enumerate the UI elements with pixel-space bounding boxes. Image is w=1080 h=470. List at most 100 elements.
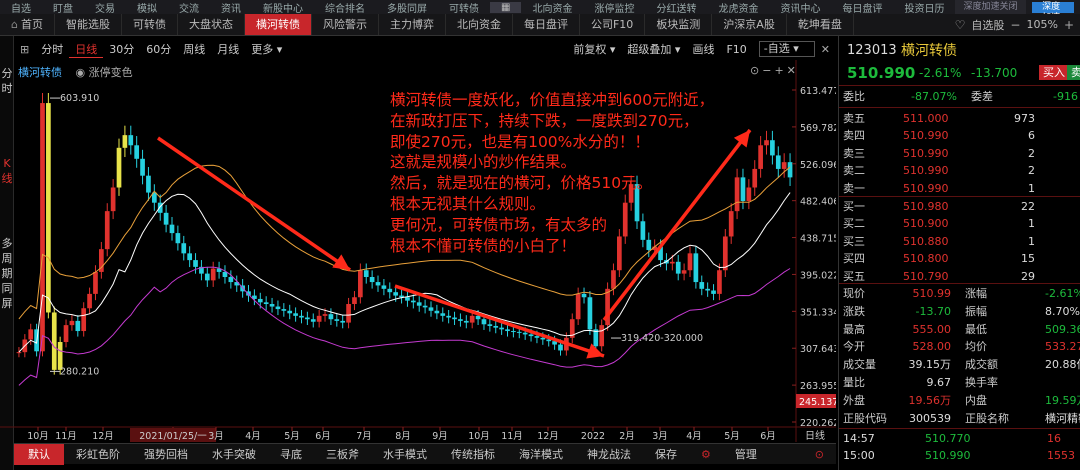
period-intraday[interactable]: 分时 (35, 41, 69, 57)
favorites-button[interactable]: 自选股 (971, 17, 1004, 33)
x-tick-label: 6月 (760, 431, 776, 442)
candle-body (599, 325, 605, 347)
book-volume: 22 (1021, 200, 1035, 213)
top-menu-item[interactable]: 资讯 (210, 0, 252, 15)
candle-body (63, 325, 69, 343)
stat-value: 300539 (909, 411, 951, 425)
tab-12[interactable]: 乾坤看盘 (787, 14, 854, 35)
stat-value: 19.59万 (1045, 393, 1080, 407)
top-menu-item[interactable]: 新股中心 (252, 0, 314, 15)
candle-body (28, 329, 34, 340)
candle-body (452, 317, 457, 320)
divider (839, 428, 1080, 429)
tab-9[interactable]: 公司F10 (580, 14, 646, 35)
period-60min[interactable]: 60分 (140, 41, 177, 57)
tab-0[interactable]: ⌂ 首页 (0, 14, 55, 35)
top-menu-item[interactable]: 分红送转 (645, 0, 707, 15)
trend-arrow-down-1 (157, 136, 351, 272)
indicator-tab-5[interactable]: 三板斧 (314, 446, 371, 462)
sell-button[interactable]: 卖出 (1067, 65, 1080, 80)
candle-body (369, 276, 375, 283)
grid-icon[interactable]: ⊞ (14, 43, 35, 56)
tab-6[interactable]: 主力博弈 (379, 14, 446, 35)
indicator-tab-0[interactable]: 默认 (14, 443, 64, 465)
top-menu-item[interactable]: 自选 (0, 0, 42, 15)
candle-body (387, 288, 393, 293)
indicator-tab-11[interactable]: 管理 (723, 446, 769, 462)
close-icon[interactable]: ✕ (815, 43, 836, 56)
top-menu-item[interactable]: 每日盘评 (831, 0, 893, 15)
candle-body (363, 270, 369, 277)
x-tick-label: 4月 (686, 431, 702, 442)
tab-11[interactable]: 沪深京A股 (712, 14, 787, 35)
top-menu-item[interactable]: 涨停监控 (583, 0, 645, 15)
heart-icon[interactable]: ♡ (955, 18, 966, 32)
indicator-tab-1[interactable]: 彩虹色阶 (64, 446, 132, 462)
gear-icon[interactable]: ⚙ (689, 448, 723, 461)
top-menu-item[interactable]: 交易 (84, 0, 126, 15)
candle-body (375, 282, 381, 286)
record-icon[interactable]: ⊙ (803, 448, 836, 461)
tab-1[interactable]: 智能选股 (55, 14, 122, 35)
draw-line-button[interactable]: 画线 (686, 41, 720, 57)
indicator-tab-9[interactable]: 神龙战法 (575, 446, 643, 462)
indicator-tab-3[interactable]: 水手突破 (200, 446, 268, 462)
indicator-tab-2[interactable]: 强势回档 (132, 446, 200, 462)
tab-8[interactable]: 每日盘评 (513, 14, 580, 35)
top-menu-item[interactable]: 多股同屏 (376, 0, 438, 15)
candle-body (46, 103, 51, 313)
top-menu-item[interactable]: 模拟 (126, 0, 168, 15)
y-tick-label: 482.406 (800, 197, 836, 208)
tab-5[interactable]: 风险警示 (312, 14, 379, 35)
zoom-out-icon[interactable]: − (1010, 18, 1020, 32)
candle-body (134, 145, 140, 159)
top-menu-item[interactable]: 盯盘 (42, 0, 84, 15)
period-weekly[interactable]: 周线 (177, 41, 211, 57)
top-menu-item[interactable]: 龙虎资金 (707, 0, 769, 15)
stat-value: -2.61% (1045, 287, 1080, 300)
indicator-tab-10[interactable]: 保存 (643, 446, 689, 462)
top-menu-item[interactable]: 综合排名 (314, 0, 376, 15)
overlay-button[interactable]: 超级叠加 ▾ (621, 41, 686, 57)
top-menu-item[interactable]: 交流 (168, 0, 210, 15)
book-price: 510.900 (903, 217, 949, 231)
x-tick-label: 10月 (27, 431, 49, 442)
book-label: 卖四 (843, 129, 865, 143)
indicator-bar: 默认 彩虹色阶 强势回档 水手突破 寻底 三板斧 水手模式 传统指标 海洋模式 神龙战法 保存 ⚙ 管理… (14, 443, 836, 465)
period-daily[interactable]: 日线 (69, 41, 104, 58)
indicator-tab-8[interactable]: 海洋模式 (507, 446, 575, 462)
top-menu-item[interactable]: 投资日历 (893, 0, 955, 15)
candle-body (534, 336, 540, 338)
period-more[interactable]: 更多 ▾ (245, 41, 288, 57)
stock-select[interactable]: -自选 ▾ (758, 41, 815, 57)
stat-label: 现价 (843, 287, 865, 300)
period-30min[interactable]: 30分 (103, 41, 140, 57)
candle-body (358, 270, 363, 298)
divider (839, 85, 1080, 86)
top-menu-item[interactable]: 资讯中心 (769, 0, 831, 15)
zoom-in-icon[interactable]: + (1064, 18, 1074, 32)
annotation-line: 在新政打压下，持续下跌，一度跌到270元， (390, 111, 699, 130)
acceleration-button[interactable]: 深度加速 (1032, 1, 1074, 14)
tab-10[interactable]: 板块监测 (645, 14, 713, 35)
indicator-tab-7[interactable]: 传统指标 (439, 446, 507, 462)
indicator-tab-4[interactable]: 寻底 (268, 446, 314, 462)
tab-4[interactable]: 横河转债 (244, 14, 312, 35)
f10-button[interactable]: F10 (720, 43, 752, 56)
x-tick-label: 4月 (245, 431, 261, 442)
top-menu-item[interactable]: ▦ (490, 1, 522, 13)
period-monthly[interactable]: 月线 (211, 41, 245, 57)
x-tick-label: 2021/01/25/一 (139, 431, 207, 442)
candle-body (299, 315, 304, 318)
adjust-button[interactable]: 前复权 ▾ (567, 41, 621, 57)
buy-button[interactable]: 买入 (1039, 65, 1069, 80)
top-menu-item[interactable]: 可转债 (438, 0, 490, 15)
candle-body (493, 325, 499, 328)
indicator-tab-6[interactable]: 水手模式 (371, 446, 439, 462)
top-menu-item[interactable]: 北向资金 (521, 0, 583, 15)
candle-body (405, 297, 410, 301)
tab-7[interactable]: 北向资金 (446, 14, 513, 35)
tab-2[interactable]: 可转债 (122, 14, 178, 35)
tab-label: 沪深京A股 (723, 17, 775, 31)
tab-3[interactable]: 大盘状态 (178, 14, 245, 35)
